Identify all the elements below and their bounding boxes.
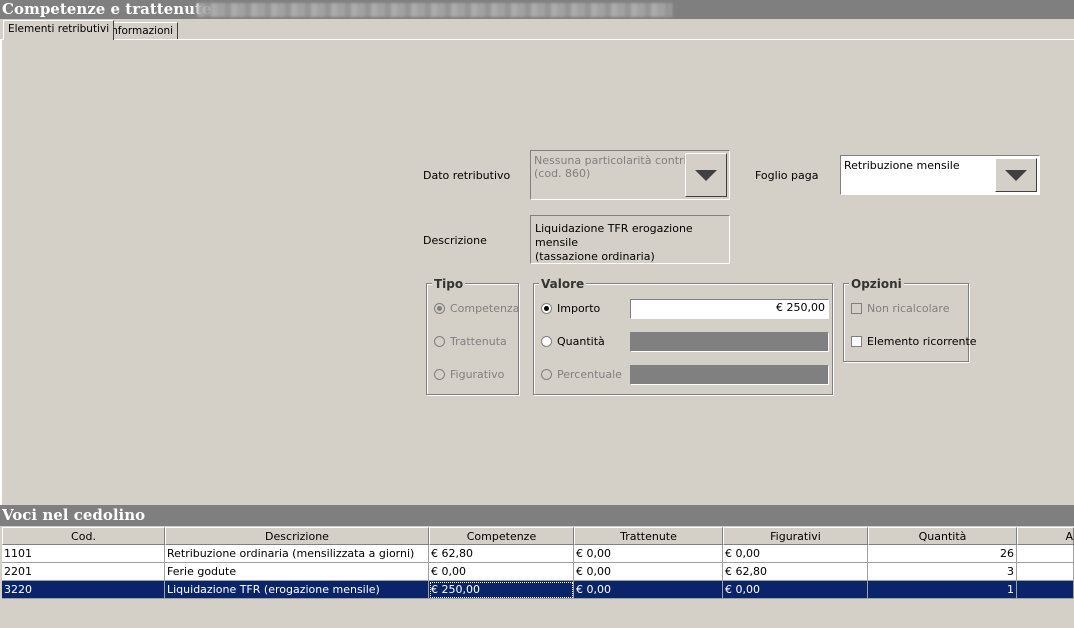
foglio-paga-value: Retribuzione mensile [844,159,960,172]
radio-quantita-label: Quantità [557,335,605,348]
cell-figurativi: € 0,00 [723,581,868,599]
table-row[interactable]: 2201 Ferie godute € 0,00 € 0,00 € 62,80 … [2,563,1074,581]
cell-competenze: € 62,80 [429,545,574,563]
cell-quantita: 3 [868,563,1017,581]
cell-competenze: € 250,00 [429,581,574,599]
grid-header: Cod. Descrizione Competenze Trattenute F… [2,527,1074,545]
cell-figurativi: € 62,80 [723,563,868,581]
percentuale-input[interactable] [630,365,829,385]
cell-competenze: € 0,00 [429,563,574,581]
cell-trattenute: € 0,00 [574,563,723,581]
cell-descrizione: Ferie godute [165,563,429,581]
radio-competenza-label: Competenza [450,302,520,315]
radio-trattenuta[interactable] [434,336,445,347]
checkbox-non-ricalcolare-label: Non ricalcolare [867,302,950,315]
descrizione-line1: Liquidazione TFR erogazione mensile [535,222,693,249]
cell-cod: 1101 [2,545,165,563]
quantita-input[interactable] [630,332,829,352]
radio-importo-label: Importo [557,302,601,315]
table-row[interactable]: 1101 Retribuzione ordinaria (mensilizzat… [2,545,1074,563]
radio-competenza[interactable] [434,303,445,314]
cell-a [1017,581,1074,599]
cell-trattenute: € 0,00 [574,545,723,563]
tab-elementi-retributivi[interactable]: Elementi retributivi [3,20,115,40]
radio-figurativo[interactable] [434,369,445,380]
dato-retributivo-value: Nessuna particolarità contribut (cod. 86… [534,154,705,180]
cell-quantita: 26 [868,545,1017,563]
column-header-a[interactable]: A [1017,527,1074,545]
foglio-paga-combo[interactable]: Retribuzione mensile [840,155,1040,195]
dato-retributivo-dropdown-button[interactable] [685,153,727,197]
foglio-paga-label: Foglio paga [755,169,819,182]
cell-a [1017,563,1074,581]
chevron-down-icon [695,170,717,181]
table-row-selected[interactable]: 3220 Liquidazione TFR (erogazione mensil… [2,581,1074,599]
cell-descrizione: Retribuzione ordinaria (mensilizzata a g… [165,545,429,563]
opzioni-group-title: Opzioni [849,277,904,291]
tipo-group-title: Tipo [432,277,466,291]
checkbox-elemento-ricorrente[interactable] [851,336,862,347]
pane-border [0,40,2,505]
chevron-down-icon [1005,170,1027,181]
dato-retributivo-label: Dato retributivo [423,169,511,182]
column-header-descrizione[interactable]: Descrizione [165,527,429,545]
valore-group-title: Valore [539,277,587,291]
cell-figurativi: € 0,00 [723,545,868,563]
tab-divider [0,39,1074,40]
voci-grid: Cod. Descrizione Competenze Trattenute F… [2,527,1074,599]
descrizione-label: Descrizione [423,234,487,247]
column-header-trattenute[interactable]: Trattenute [574,527,723,545]
radio-percentuale-label: Percentuale [557,368,622,381]
cell-trattenute: € 0,00 [574,581,723,599]
radio-percentuale[interactable] [541,369,552,380]
radio-importo[interactable] [541,303,552,314]
descrizione-line2: (tassazione ordinaria) [535,250,655,263]
cell-cod: 2201 [2,563,165,581]
cell-a [1017,545,1074,563]
column-header-competenze[interactable]: Competenze [429,527,574,545]
redacted-title-details [197,3,672,17]
voci-section-title: Voci nel cedolino [0,505,1074,526]
cell-cod: 3220 [2,581,165,599]
importo-input[interactable]: € 250,00 [630,299,829,319]
dato-retributivo-combo[interactable]: Nessuna particolarità contribut (cod. 86… [530,150,730,200]
checkbox-elemento-ricorrente-label: Elemento ricorrente [867,335,977,348]
checkbox-non-ricalcolare[interactable] [851,303,862,314]
foglio-paga-dropdown-button[interactable] [995,158,1037,192]
opzioni-group: Opzioni [843,277,969,362]
cell-quantita: 1 [868,581,1017,599]
window-title: Competenze e trattenute [2,0,212,18]
radio-quantita[interactable] [541,336,552,347]
column-header-quantita[interactable]: Quantità [868,527,1017,545]
radio-trattenuta-label: Trattenuta [450,335,507,348]
column-header-figurativi[interactable]: Figurativi [723,527,868,545]
radio-figurativo-label: Figurativo [450,368,505,381]
cell-descrizione: Liquidazione TFR (erogazione mensile) [165,581,429,599]
descrizione-field[interactable]: Liquidazione TFR erogazione mensile (tas… [530,215,730,264]
tab-informazioni[interactable]: Informazioni [103,22,179,39]
window-title-bar: Competenze e trattenute [0,0,1074,19]
column-header-cod[interactable]: Cod. [2,527,165,545]
